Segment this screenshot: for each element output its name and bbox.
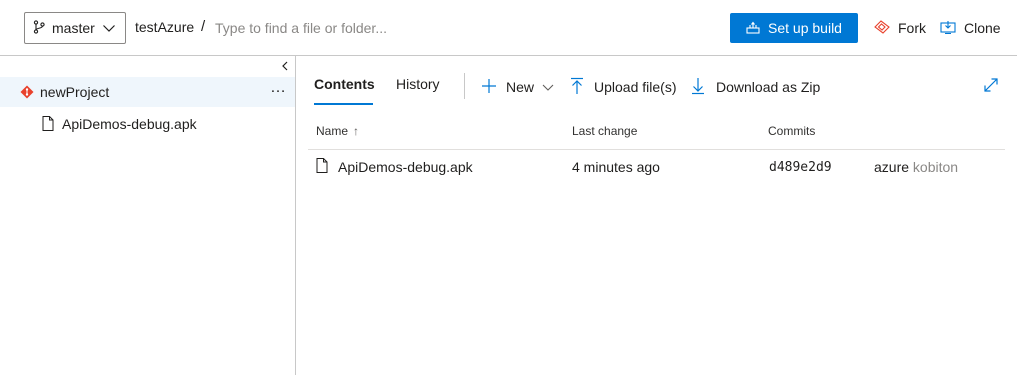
repo-name[interactable]: testAzure bbox=[135, 19, 194, 35]
file-icon bbox=[316, 158, 328, 176]
new-label: New bbox=[506, 79, 535, 95]
chevron-down-icon bbox=[542, 79, 554, 95]
build-icon bbox=[746, 20, 768, 37]
file-table-header: Name ↑ Last change Commits bbox=[308, 112, 1005, 150]
tab-contents[interactable]: Contents bbox=[314, 76, 375, 106]
author-name: azure bbox=[874, 159, 910, 175]
author-secondary: kobiton bbox=[912, 159, 959, 175]
expand-icon[interactable] bbox=[983, 77, 999, 96]
branch-picker[interactable]: master bbox=[24, 12, 126, 44]
download-label: Download as Zip bbox=[716, 79, 821, 95]
file-icon bbox=[42, 116, 54, 134]
last-change-text: 4 minutes ago bbox=[572, 159, 660, 175]
column-name-label: Name bbox=[316, 124, 349, 138]
setup-build-label: Set up build bbox=[768, 20, 842, 36]
repo-header: master testAzure / Set up build Fork bbox=[0, 0, 1017, 56]
branch-name: master bbox=[52, 20, 95, 36]
column-header-commits[interactable]: Commits bbox=[768, 124, 815, 138]
commit-author: azure kobiton bbox=[874, 159, 958, 175]
tree-item-file[interactable]: ApiDemos-debug.apk bbox=[0, 109, 295, 139]
git-diamond-icon bbox=[20, 85, 34, 102]
fork-icon bbox=[874, 19, 898, 37]
toolbar-divider bbox=[464, 73, 465, 99]
file-search-input[interactable] bbox=[213, 12, 513, 44]
upload-files-button[interactable]: Upload file(s) bbox=[570, 76, 676, 98]
setup-build-button[interactable]: Set up build bbox=[730, 13, 858, 43]
tab-history[interactable]: History bbox=[396, 76, 442, 106]
new-button[interactable]: New bbox=[481, 76, 554, 98]
commit-id-link[interactable]: d489e2d9 bbox=[769, 160, 832, 175]
fork-button[interactable]: Fork bbox=[874, 13, 926, 43]
branch-icon bbox=[33, 19, 45, 37]
chevron-down-icon bbox=[102, 21, 116, 38]
path-separator: / bbox=[201, 18, 206, 35]
table-row[interactable]: ApiDemos-debug.apk 4 minutes ago d489e2d… bbox=[308, 151, 1005, 185]
tree-root-label: newProject bbox=[40, 84, 110, 100]
chevron-left-icon[interactable] bbox=[280, 59, 292, 73]
file-name-link[interactable]: ApiDemos-debug.apk bbox=[338, 159, 473, 175]
download-zip-button[interactable]: Download as Zip bbox=[691, 76, 820, 98]
file-tree-panel: newProject … ApiDemos-debug.apk bbox=[0, 56, 296, 375]
tree-item-root[interactable]: newProject … bbox=[0, 77, 295, 107]
clone-icon bbox=[940, 20, 964, 37]
download-icon bbox=[691, 77, 705, 98]
clone-button[interactable]: Clone bbox=[940, 13, 1001, 43]
fork-label: Fork bbox=[898, 20, 926, 36]
sort-arrow-icon: ↑ bbox=[353, 124, 360, 138]
clone-label: Clone bbox=[964, 20, 1001, 36]
upload-icon bbox=[570, 77, 584, 98]
column-header-last-change[interactable]: Last change bbox=[572, 124, 637, 138]
plus-icon bbox=[481, 78, 497, 97]
column-header-name[interactable]: Name ↑ bbox=[316, 124, 359, 138]
more-options-button[interactable]: … bbox=[270, 79, 287, 97]
upload-label: Upload file(s) bbox=[594, 79, 677, 95]
tree-file-label: ApiDemos-debug.apk bbox=[62, 116, 197, 132]
